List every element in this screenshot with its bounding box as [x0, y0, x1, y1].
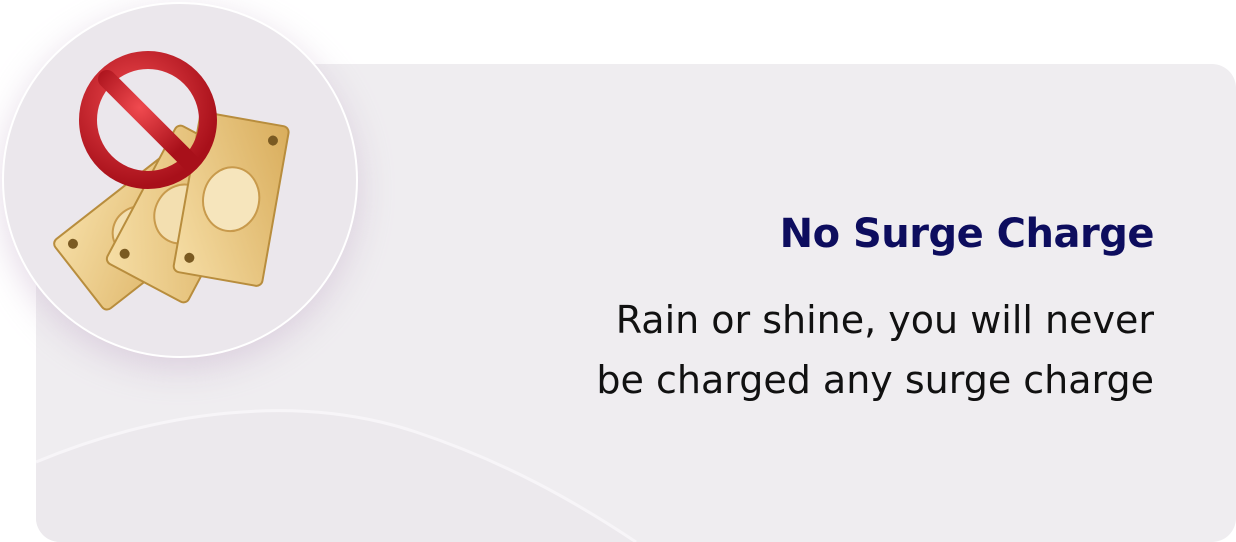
description-line: be charged any surge charge	[596, 358, 1154, 402]
decorative-wave	[36, 409, 637, 542]
no-money-icon	[53, 51, 290, 311]
feature-panel: No Surge Charge Rain or shine, you will …	[0, 0, 1236, 542]
feature-description: Rain or shine, you will never be charged…	[454, 290, 1154, 410]
feature-title: No Surge Charge	[779, 211, 1155, 257]
prohibition-sign	[79, 51, 217, 189]
feature-text: No Surge Charge Rain or shine, you will …	[454, 206, 1154, 410]
description-line: Rain or shine, you will never	[615, 298, 1154, 342]
icon-circle	[2, 2, 358, 358]
